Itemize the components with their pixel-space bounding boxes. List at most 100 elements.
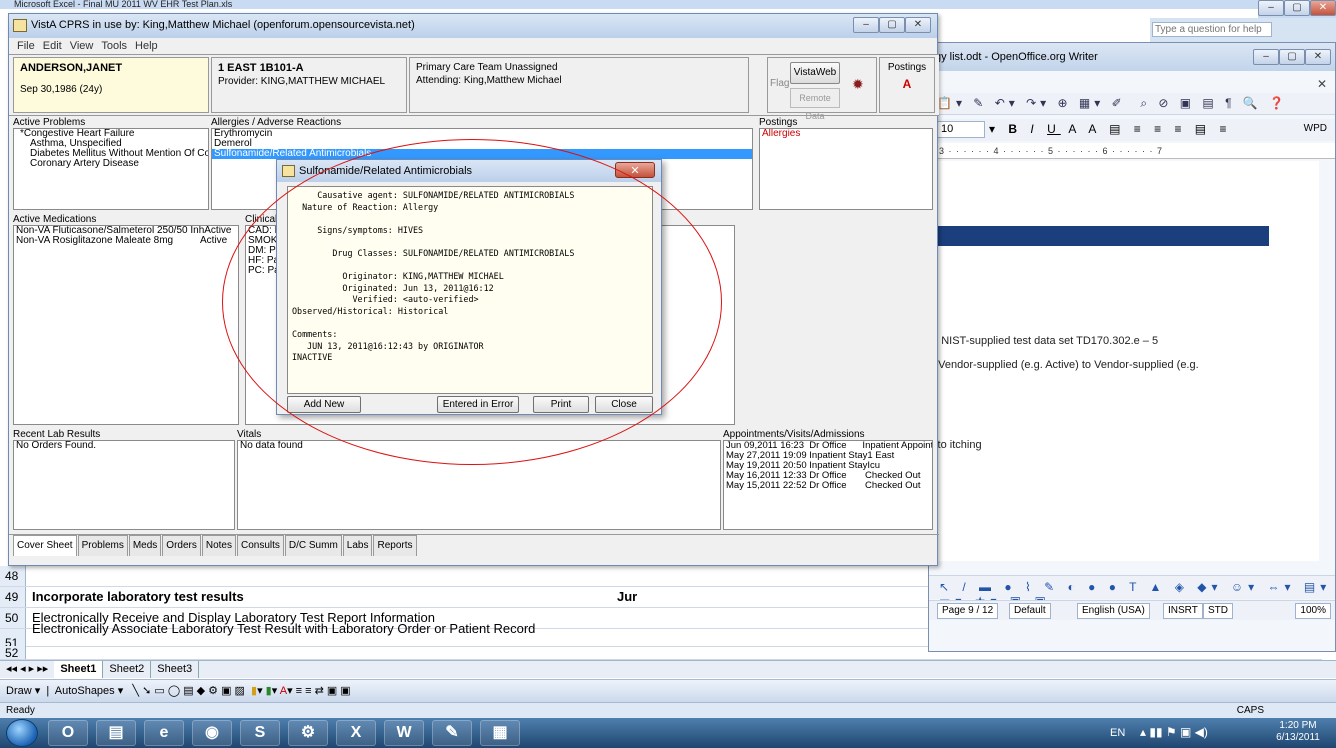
- excel-title: Microsoft Excel - Final MU 2011 WV EHR T…: [0, 0, 1336, 9]
- menu-view[interactable]: View: [70, 40, 94, 52]
- list-item[interactable]: No Orders Found.: [14, 441, 234, 451]
- close-button[interactable]: ✕: [1310, 0, 1336, 16]
- tab-problems[interactable]: Problems: [77, 535, 128, 556]
- taskbar: O ▤ e ◉ S ⚙ X W ✎ ▦ EN ▴ ▮▮ ⚑ ▣ ◀) 1:20 …: [0, 718, 1336, 748]
- autoshapes-menu[interactable]: AutoShapes: [55, 685, 115, 697]
- allergy-detail-dialog: Sulfonamide/Related Antimicrobials ✕ Cau…: [276, 159, 662, 415]
- menu-file[interactable]: File: [17, 40, 35, 52]
- list-item[interactable]: May 15,2011 22:52 Dr Office Checked Out: [724, 481, 932, 491]
- excel-icon[interactable]: X: [336, 720, 376, 746]
- tab-dc-summ[interactable]: D/C Summ: [284, 535, 342, 556]
- network-app-icon[interactable]: ⚙: [288, 720, 328, 746]
- writer-window-controls: – ▢ ✕: [1253, 49, 1331, 65]
- appointments-list[interactable]: Jun 09,2011 16:23 Dr Office Inpatient Ap…: [723, 440, 933, 530]
- standard-toolbar: 📋▾ ✎ ↶▾ ↷▾ ⊕ ▦▾ ✐ ⌕ ⊘ ▣ ▤ ¶ 🔍 ❓: [929, 93, 1335, 115]
- add-new-button[interactable]: Add New: [287, 396, 361, 413]
- ask-question-input[interactable]: [1152, 22, 1272, 37]
- list-item[interactable]: Allergies: [760, 129, 932, 139]
- restore-button[interactable]: ▢: [1279, 49, 1305, 65]
- remote-data-button[interactable]: Remote Data: [790, 88, 840, 121]
- list-item[interactable]: Coronary Artery Disease: [14, 159, 208, 169]
- writer-document-icon[interactable]: ▦: [480, 720, 520, 746]
- cprs-window-controls: – ▢ ✕: [853, 17, 931, 33]
- active-problems-list[interactable]: *Congestive Heart Failure Asthma, Unspec…: [13, 128, 209, 210]
- patient-name: ANDERSON,JANET: [20, 62, 123, 74]
- formatting-toolbar: 10 ▾ B I U A A ▤ ≡ ≡ ≡ ▤ ≡ WPD: [929, 119, 1335, 141]
- list-item[interactable]: Non-VA Rosiglitazone Maleate 8mg Active: [14, 236, 238, 246]
- close-button[interactable]: Close: [595, 396, 653, 413]
- outlook-icon[interactable]: O: [48, 720, 88, 746]
- zoom-level[interactable]: 100%: [1295, 603, 1331, 619]
- format-buttons[interactable]: ▾ B I U A A ▤ ≡ ≡ ≡ ▤ ≡: [989, 122, 1231, 136]
- bomb-icon[interactable]: ✹: [852, 76, 864, 93]
- tab-reports[interactable]: Reports: [373, 535, 417, 556]
- tab-consults[interactable]: Consults: [236, 535, 284, 556]
- tray-icons[interactable]: ▴ ▮▮ ⚑ ▣ ◀): [1140, 725, 1208, 739]
- close-button[interactable]: ✕: [905, 17, 931, 33]
- encounter-button[interactable]: 1 EAST 1B101-A Provider: KING,MATTHEW MI…: [211, 57, 407, 113]
- page-style: Default: [1009, 603, 1051, 619]
- vistaweb-button[interactable]: VistaWeb: [790, 62, 840, 84]
- drawing-tools-icon[interactable]: ╲ ➘ ▭ ◯ ▤ ◆ ⚙ ▣ ▨ ▮▾ ▮▾ A▾ ≡ ≡ ⇄ ▣ ▣: [132, 685, 350, 697]
- minimize-button[interactable]: –: [1258, 0, 1284, 16]
- toolbar-icons[interactable]: 📋▾ ✎ ↶▾ ↷▾ ⊕ ▦▾ ✐ ⌕ ⊘ ▣ ▤ ¶ 🔍 ❓: [937, 96, 1288, 111]
- menu-tools[interactable]: Tools: [101, 40, 127, 52]
- postings-button[interactable]: Postings A: [879, 57, 935, 113]
- explorer-folder-icon[interactable]: ▤: [96, 720, 136, 746]
- dialog-close-button[interactable]: ✕: [615, 162, 655, 178]
- font-size-field[interactable]: 10: [937, 121, 985, 138]
- document-area[interactable]: m NIST-supplied test data set TD170.302.…: [929, 161, 1319, 561]
- tab-cover-sheet[interactable]: Cover Sheet: [13, 535, 77, 556]
- menu-edit[interactable]: Edit: [43, 40, 62, 52]
- recent-labs-list[interactable]: No Orders Found.: [13, 440, 235, 530]
- entered-in-error-button[interactable]: Entered in Error: [437, 396, 519, 413]
- tab-sheet1[interactable]: Sheet1: [54, 661, 104, 678]
- ruler: 3 · · · · · · 4 · · · · · · 5 · · · · · …: [929, 143, 1335, 159]
- minimize-button[interactable]: –: [853, 17, 879, 33]
- row-text[interactable]: Incorporate laboratory test results: [32, 587, 244, 607]
- status-bar: Ready CAPS: [0, 702, 1336, 718]
- tab-sheet2[interactable]: Sheet2: [103, 661, 152, 678]
- drawing-toolbar: Draw ▾ | AutoShapes ▾ ╲ ➘ ▭ ◯ ▤ ◆ ⚙ ▣ ▨ …: [0, 679, 1336, 702]
- sheet-nav-arrows[interactable]: ◂◂ ◂ ▸ ▸▸: [0, 663, 54, 675]
- active-meds-list[interactable]: Non-VA Fluticasone/Salmeterol 250/50 Inh…: [13, 225, 239, 425]
- row-extra[interactable]: Jur: [617, 587, 637, 607]
- list-item[interactable]: No data found: [238, 441, 720, 451]
- minimize-button[interactable]: –: [1253, 49, 1279, 65]
- language-indicator[interactable]: EN: [1110, 727, 1125, 739]
- clock[interactable]: 1:20 PM 6/13/2011: [1270, 720, 1326, 744]
- ask-question-box: [1150, 18, 1336, 42]
- patient-select-button[interactable]: ANDERSON,JANET Sep 30,1986 (24y): [13, 57, 209, 113]
- tab-sheet3[interactable]: Sheet3: [151, 661, 200, 678]
- close-button[interactable]: ✕: [1305, 49, 1331, 65]
- tab-labs[interactable]: Labs: [342, 535, 373, 556]
- vitals-list[interactable]: No data found: [237, 440, 721, 530]
- allergy-detail-text[interactable]: Causative agent: SULFONAMIDE/RELATED ANT…: [287, 186, 653, 394]
- print-button[interactable]: Print: [533, 396, 589, 413]
- excel-window-controls: – ▢ ✕: [1258, 0, 1336, 18]
- skype-icon[interactable]: S: [240, 720, 280, 746]
- draw-menu[interactable]: Draw: [6, 685, 32, 697]
- list-item[interactable]: Erythromycin: [212, 129, 752, 139]
- list-item-selected[interactable]: Sulfonamide/Related Antimicrobials: [212, 149, 752, 159]
- row-number: 51: [0, 629, 26, 650]
- internet-explorer-icon[interactable]: e: [144, 720, 184, 746]
- style-button[interactable]: WPD: [1304, 123, 1327, 134]
- primary-care-team: Primary Care Team Unassigned: [416, 62, 558, 73]
- firefox-icon[interactable]: ◉: [192, 720, 232, 746]
- cprs-icon[interactable]: ✎: [432, 720, 472, 746]
- close-document-icon[interactable]: ✕: [1317, 77, 1327, 91]
- primary-care-button[interactable]: Primary Care Team Unassigned Attending: …: [409, 57, 749, 113]
- recent-labs-label: Recent Lab Results: [13, 429, 101, 440]
- tab-notes[interactable]: Notes: [201, 535, 236, 556]
- maximize-button[interactable]: ▢: [879, 17, 905, 33]
- flag-label[interactable]: Flag: [770, 78, 789, 89]
- menu-help[interactable]: Help: [135, 40, 158, 52]
- restore-button[interactable]: ▢: [1284, 0, 1310, 16]
- row-text[interactable]: Electronically Associate Laboratory Test…: [32, 619, 535, 639]
- tab-orders[interactable]: Orders: [162, 535, 201, 556]
- start-button[interactable]: [6, 719, 38, 747]
- postings-list[interactable]: Allergies: [759, 128, 933, 210]
- word-icon[interactable]: W: [384, 720, 424, 746]
- tab-meds[interactable]: Meds: [128, 535, 162, 556]
